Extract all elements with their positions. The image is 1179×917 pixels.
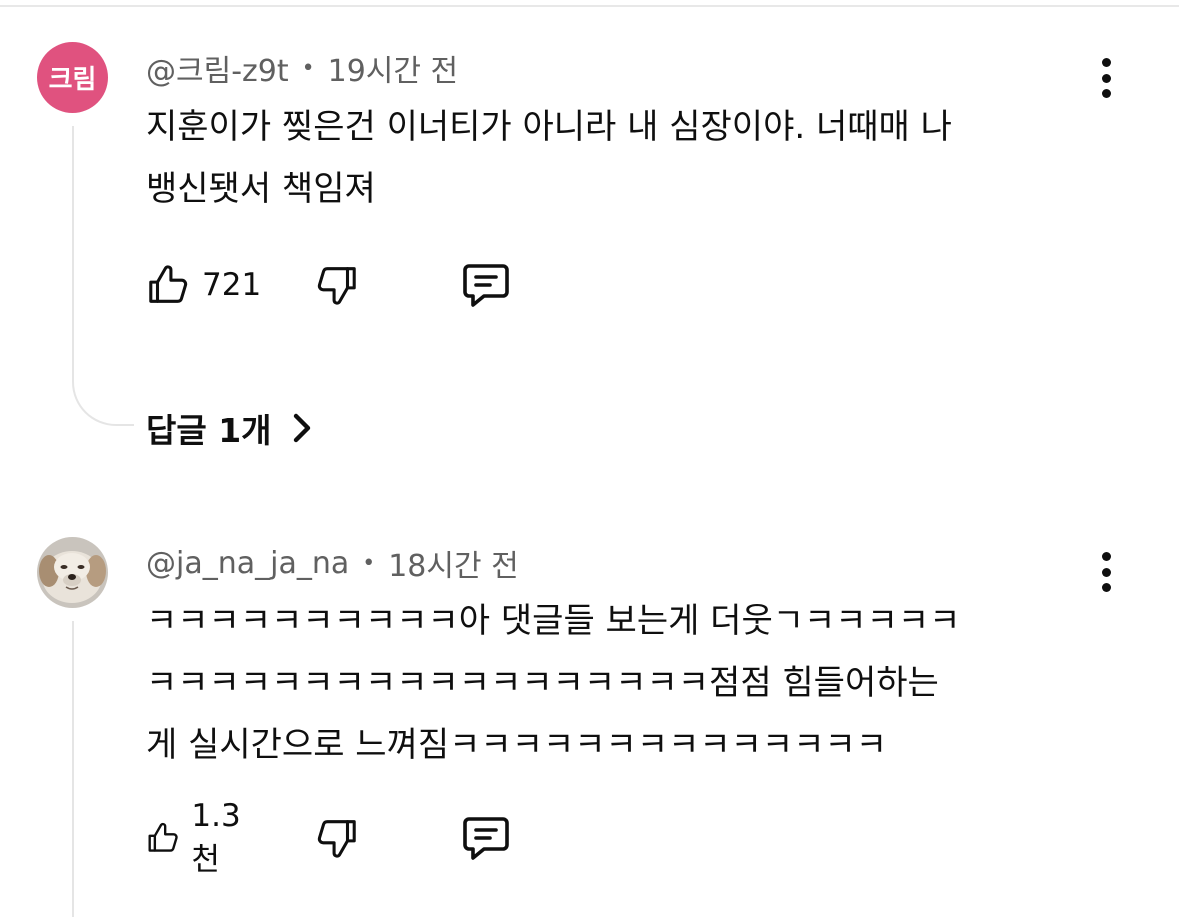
replies-label: 답글 1개 [146, 411, 272, 450]
avatar[interactable]: 크림 [37, 42, 108, 113]
more-vertical-icon [1101, 58, 1111, 67]
comment-time: 18시간 전 [388, 549, 519, 584]
thread-line [72, 621, 74, 917]
reply-comment-icon [463, 817, 509, 860]
thread-line [72, 126, 74, 376]
comment-text: 지훈이가 찢은건 이너티가 아니라 내 심장이야. 너때매 나 뱅신됏서 책임져 [146, 107, 952, 209]
thumbs-down-icon [317, 820, 356, 858]
like-button[interactable]: 721 [146, 257, 261, 313]
more-menu-button[interactable] [1090, 54, 1122, 102]
reply-button[interactable] [460, 810, 512, 866]
reply-comment-icon [463, 264, 509, 307]
meta-separator: • [301, 55, 315, 81]
like-count: 1.3천 [191, 797, 241, 878]
more-menu-button[interactable] [1090, 548, 1122, 596]
more-dot [1101, 567, 1111, 577]
dog-photo [37, 537, 108, 608]
comment-meta: @ja_na_ja_na • 18시간 전 [146, 541, 519, 585]
comment-time: 19시간 전 [327, 54, 459, 89]
meta-separator: • [362, 550, 376, 576]
dislike-button[interactable] [313, 810, 359, 866]
reply-button[interactable] [460, 257, 512, 313]
thumbs-down-icon [317, 267, 356, 305]
like-count: 721 [202, 267, 262, 303]
thumbs-up-icon [148, 822, 178, 852]
dislike-button[interactable] [313, 257, 359, 313]
author-name[interactable]: @크림-z9t [146, 46, 289, 90]
view-replies-button[interactable]: 답글 1개 [146, 404, 314, 452]
more-dot [1101, 73, 1111, 83]
avatar[interactable] [37, 537, 108, 608]
chevron-right-icon [293, 413, 310, 443]
like-button[interactable]: 1.3천 [146, 798, 251, 878]
top-divider [0, 5, 1179, 7]
comment-text: ㅋㅋㅋㅋㅋㅋㅋㅋㅋㅋ아 댓글들 보는게 더웃ㄱㅋㅋㅋㅋㅋ ㅋㅋㅋㅋㅋㅋㅋㅋㅋㅋㅋ… [146, 601, 961, 765]
thread-connector [72, 374, 134, 426]
thumbs-up-icon [149, 265, 188, 303]
comment-meta: @크림-z9t • 19시간 전 [146, 46, 458, 90]
more-vertical-icon [1101, 552, 1111, 561]
author-name[interactable]: @ja_na_ja_na [146, 546, 349, 581]
